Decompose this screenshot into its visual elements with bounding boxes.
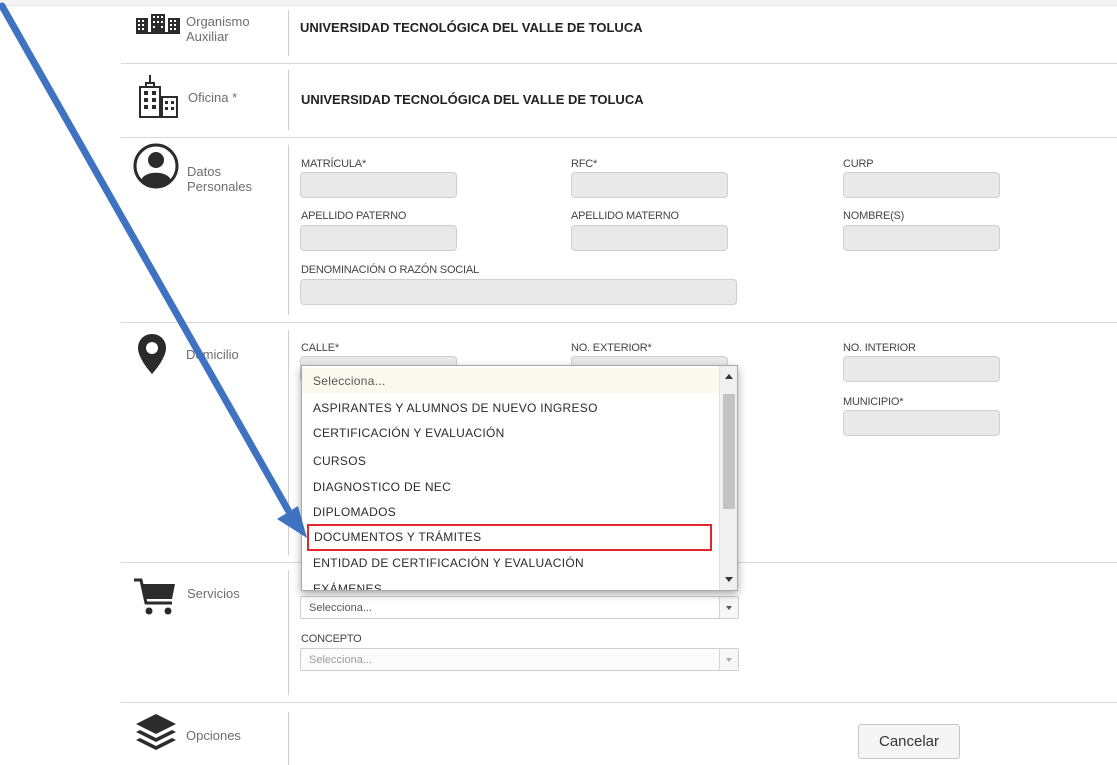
no-interior-label: NO. INTERIOR [843,342,916,354]
apellido-paterno-label: APELLIDO PATERNO [301,210,407,222]
building-row-icon [136,14,180,34]
chevron-down-icon[interactable] [719,597,738,618]
razon-social-label: DENOMINACIÓN O RAZÓN SOCIAL [301,264,479,276]
divider [288,570,289,695]
layers-icon [136,714,176,750]
concepto-label: CONCEPTO [301,633,362,645]
concepto-select[interactable]: Selecciona... [300,648,739,671]
oficina-label: Oficina * [188,90,238,105]
domicilio-label: Domicilio [186,347,239,362]
matricula-label: MATRÍCULA* [301,158,367,170]
dropdown-option[interactable]: ENTIDAD DE CERTIFICACIÓN Y EVALUACIÓN [302,550,720,575]
curp-label: CURP [843,158,874,170]
no-exterior-label: NO. EXTERIOR* [571,342,652,354]
opciones-label: Opciones [186,728,241,743]
office-building-icon [139,75,178,118]
cancel-button[interactable]: Cancelar [858,724,960,759]
dropdown-option[interactable]: DIAGNOSTICO DE NEC [302,474,720,499]
scroll-down-icon[interactable] [720,570,737,588]
apellido-paterno-input[interactable] [300,225,457,251]
location-pin-icon [138,334,166,374]
concepto-select-value: Selecciona... [309,654,372,666]
servicios-label: Servicios [187,586,240,601]
apellido-materno-input[interactable] [571,225,728,251]
section-separator [121,63,1117,64]
rfc-input[interactable] [571,172,728,198]
user-avatar-icon [133,143,179,189]
dropdown-scrollbar[interactable] [719,366,737,590]
top-border [0,0,1117,6]
servicio-select[interactable]: Selecciona... [300,596,739,619]
scroll-thumb[interactable] [723,394,735,509]
dropdown-option[interactable]: ASPIRANTES Y ALUMNOS DE NUEVO INGRESO [302,395,720,420]
scroll-up-icon[interactable] [720,368,737,386]
organismo-label: Organismo Auxiliar [186,14,250,44]
section-separator [121,137,1117,138]
organismo-value: UNIVERSIDAD TECNOLÓGICA DEL VALLE DE TOL… [300,20,643,35]
razon-social-input[interactable] [300,279,737,305]
dropdown-option[interactable]: Selecciona... [302,368,720,393]
dropdown-option[interactable]: DIPLOMADOS [302,499,720,524]
shopping-cart-icon [134,578,175,615]
municipio-input[interactable] [843,410,1000,436]
curp-input[interactable] [843,172,1000,198]
divider [288,70,289,130]
dropdown-option[interactable]: EXÁMENES [302,576,720,590]
rfc-label: RFC* [571,158,598,170]
section-separator [121,702,1117,703]
no-interior-input[interactable] [843,356,1000,382]
divider [288,10,289,56]
divider [288,330,289,555]
oficina-value: UNIVERSIDAD TECNOLÓGICA DEL VALLE DE TOL… [301,92,644,107]
calle-label: CALLE* [301,342,339,354]
nombres-input[interactable] [843,225,1000,251]
nombres-label: NOMBRE(S) [843,210,905,222]
dropdown-option[interactable]: CURSOS [302,448,720,473]
datos-label: Datos Personales [187,164,253,194]
apellido-materno-label: APELLIDO MATERNO [571,210,679,222]
servicio-dropdown-list[interactable]: Selecciona... ASPIRANTES Y ALUMNOS DE NU… [301,365,738,591]
servicio-select-value: Selecciona... [309,602,372,614]
section-separator [121,322,1117,323]
dropdown-option[interactable]: CERTIFICACIÓN Y EVALUACIÓN [302,420,720,445]
divider [288,145,289,315]
matricula-input[interactable] [300,172,457,198]
municipio-label: MUNICIPIO* [843,396,904,408]
dropdown-option-highlighted[interactable]: DOCUMENTOS Y TRÁMITES [307,524,712,551]
chevron-down-icon[interactable] [719,649,738,670]
divider [288,712,289,765]
